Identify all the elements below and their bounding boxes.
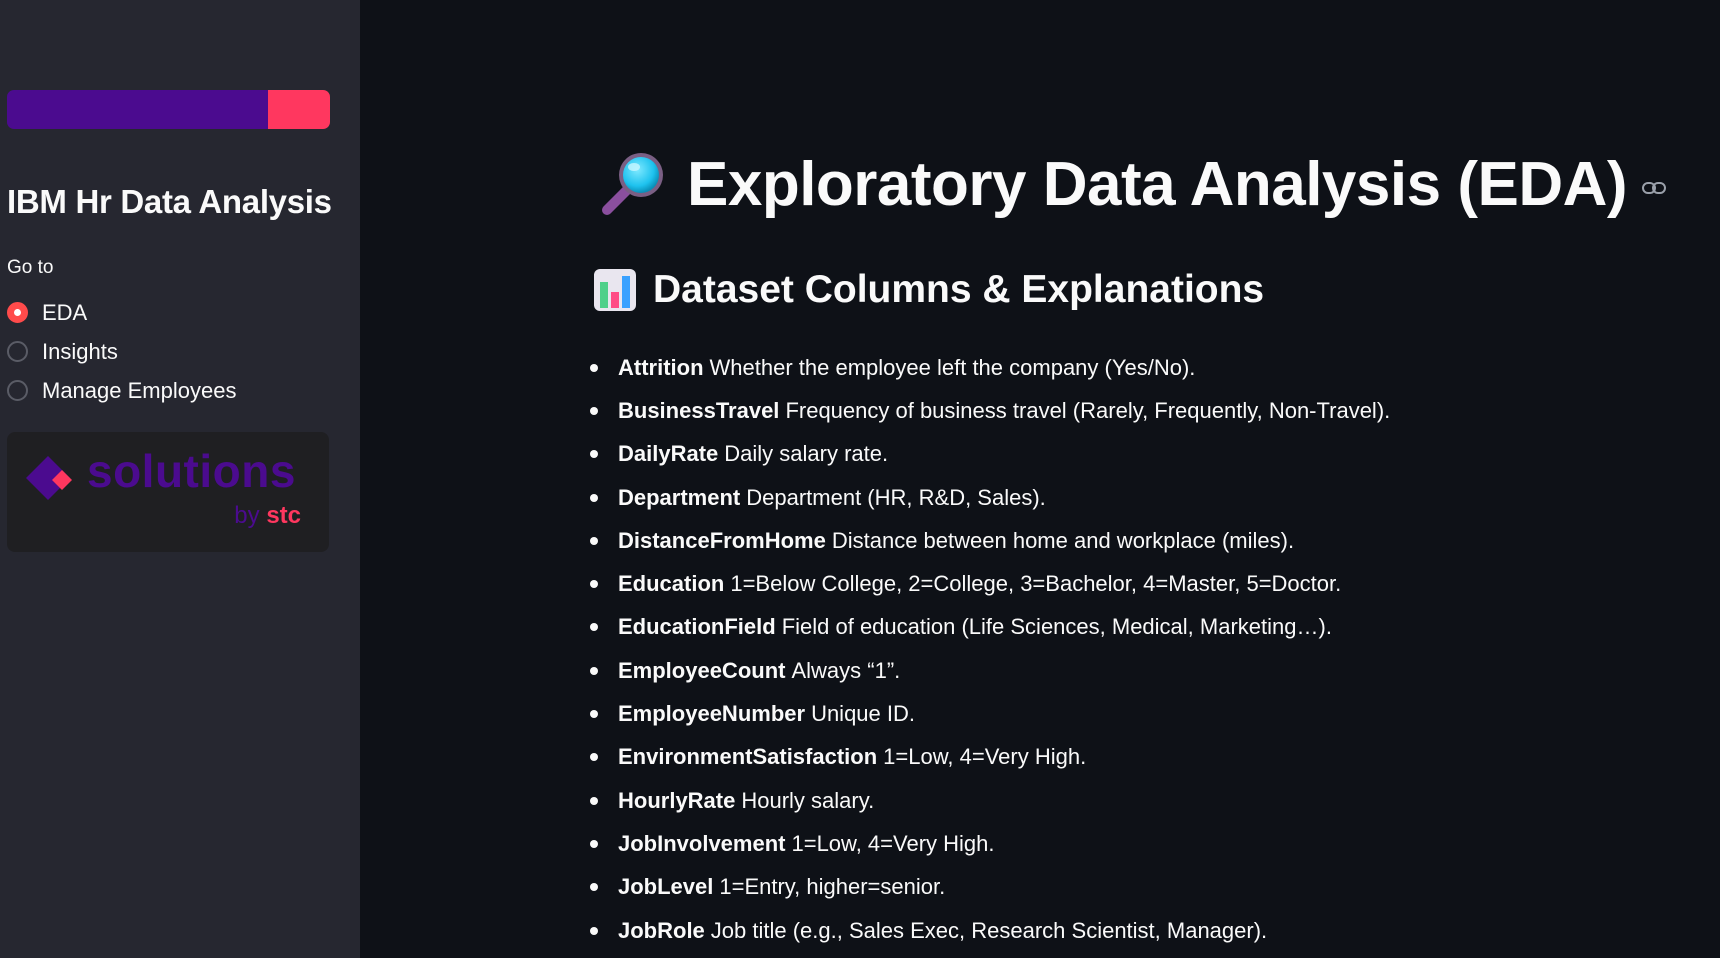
list-item: DailyRate Daily salary rate. [590, 433, 1390, 476]
bullet-icon [590, 926, 598, 935]
logo-byline: by stc [234, 502, 301, 530]
nav-radio-group: EDA Insights Manage Employees [7, 293, 236, 410]
column-name: HourlyRate [618, 787, 736, 813]
brand-color-bar [7, 90, 330, 129]
bullet-icon [590, 839, 598, 848]
column-name: Education [618, 571, 725, 597]
column-description: Distance between home and workplace (mil… [831, 527, 1295, 553]
bullet-icon [590, 406, 598, 415]
bullet-icon [590, 623, 598, 632]
column-name: BusinessTravel [618, 397, 780, 423]
logo-brand: stc [266, 502, 301, 529]
app-root: IBM Hr Data Analysis Go to EDA Insights … [0, 0, 1720, 958]
sidebar: IBM Hr Data Analysis Go to EDA Insights … [0, 0, 360, 958]
nav-option-label: EDA [42, 299, 88, 325]
list-item: JobInvolvement 1=Low, 4=Very High. [590, 822, 1390, 865]
nav-option-insights[interactable]: Insights [7, 332, 236, 371]
column-name: JobRole [618, 917, 705, 943]
column-list: Attrition Whether the employee left the c… [590, 346, 1390, 952]
list-item: Attrition Whether the employee left the c… [590, 346, 1390, 389]
column-description: Frequency of business travel (Rarely, Fr… [785, 397, 1391, 423]
bar-chart-icon [594, 269, 636, 311]
column-name: Attrition [618, 354, 704, 380]
column-name: EducationField [618, 614, 776, 640]
bullet-icon [590, 666, 598, 675]
column-name: EmployeeCount [618, 657, 786, 683]
brand-bar-pink [268, 90, 330, 129]
logo-word: solutions [87, 445, 296, 497]
logo-diamond-icon [26, 456, 72, 500]
column-name: Department [618, 484, 741, 510]
column-name: JobLevel [618, 874, 714, 900]
company-logo: solutions by stc [7, 432, 329, 552]
bullet-icon [590, 536, 598, 545]
column-description: 1=Low, 4=Very High. [791, 830, 995, 856]
column-description: 1=Below College, 2=College, 3=Bachelor, … [730, 571, 1342, 597]
page-title-text: Exploratory Data Analysis (EDA) [687, 149, 1628, 219]
column-description: Field of education (Life Sciences, Medic… [781, 614, 1332, 640]
list-item: EmployeeCount Always “1”. [590, 649, 1390, 692]
column-name: EnvironmentSatisfaction [618, 744, 878, 770]
magnifying-glass-icon [602, 153, 663, 215]
list-item: EmployeeNumber Unique ID. [590, 692, 1390, 735]
nav-option-label: Manage Employees [42, 377, 237, 403]
nav-option-manage-employees[interactable]: Manage Employees [7, 371, 236, 410]
list-item: EnvironmentSatisfaction 1=Low, 4=Very Hig… [590, 736, 1390, 779]
bullet-icon [590, 493, 598, 502]
bullet-icon [590, 883, 598, 892]
column-description: 1=Low, 4=Very High. [883, 744, 1087, 770]
list-item: Department Department (HR, R&D, Sales). [590, 476, 1390, 519]
logo-by: by [234, 502, 260, 529]
list-item: EducationField Field of education (Life S… [590, 606, 1390, 649]
list-item: HourlyRate Hourly salary. [590, 779, 1390, 822]
list-item: JobLevel 1=Entry, higher=senior. [590, 866, 1390, 909]
radio-unselected-icon[interactable] [7, 380, 28, 401]
column-description: Unique ID. [811, 701, 916, 727]
bullet-icon [590, 450, 598, 459]
column-name: JobInvolvement [618, 830, 786, 856]
column-name: EmployeeNumber [618, 701, 806, 727]
bullet-icon [590, 363, 598, 372]
list-item: BusinessTravel Frequency of business trav… [590, 389, 1390, 432]
section-heading: Dataset Columns & Explanations [593, 268, 1264, 312]
column-description: Department (HR, R&D, Sales). [746, 484, 1046, 510]
column-description: Whether the employee left the company (Y… [709, 354, 1196, 380]
brand-bar-purple [7, 90, 268, 129]
column-description: Job title (e.g., Sales Exec, Research Sc… [710, 917, 1268, 943]
column-name: DistanceFromHome [618, 527, 826, 553]
anchor-link-icon[interactable] [1641, 180, 1667, 196]
column-description: Always “1”. [791, 657, 901, 683]
radio-unselected-icon[interactable] [7, 341, 28, 362]
column-name: DailyRate [618, 441, 719, 467]
bullet-icon [590, 796, 598, 805]
column-description: Hourly salary. [741, 787, 875, 813]
list-item: Education 1=Below College, 2=College, 3=B… [590, 562, 1390, 605]
page-title: Exploratory Data Analysis (EDA) [597, 148, 1667, 220]
column-description: Daily salary rate. [724, 441, 889, 467]
radio-selected-icon[interactable] [7, 302, 28, 323]
main-content: Exploratory Data Analysis (EDA) Dataset … [360, 0, 1720, 958]
nav-label: Go to [7, 257, 54, 278]
bullet-icon [590, 753, 598, 762]
nav-option-eda[interactable]: EDA [7, 293, 236, 332]
column-description: 1=Entry, higher=senior. [719, 874, 946, 900]
nav-option-label: Insights [42, 338, 118, 364]
bullet-icon [590, 710, 598, 719]
list-item: JobRole Job title (e.g., Sales Exec, Rese… [590, 909, 1390, 952]
bullet-icon [590, 580, 598, 589]
list-item: DistanceFromHome Distance between home an… [590, 519, 1390, 562]
sidebar-title: IBM Hr Data Analysis [7, 183, 332, 220]
section-heading-text: Dataset Columns & Explanations [653, 268, 1265, 311]
